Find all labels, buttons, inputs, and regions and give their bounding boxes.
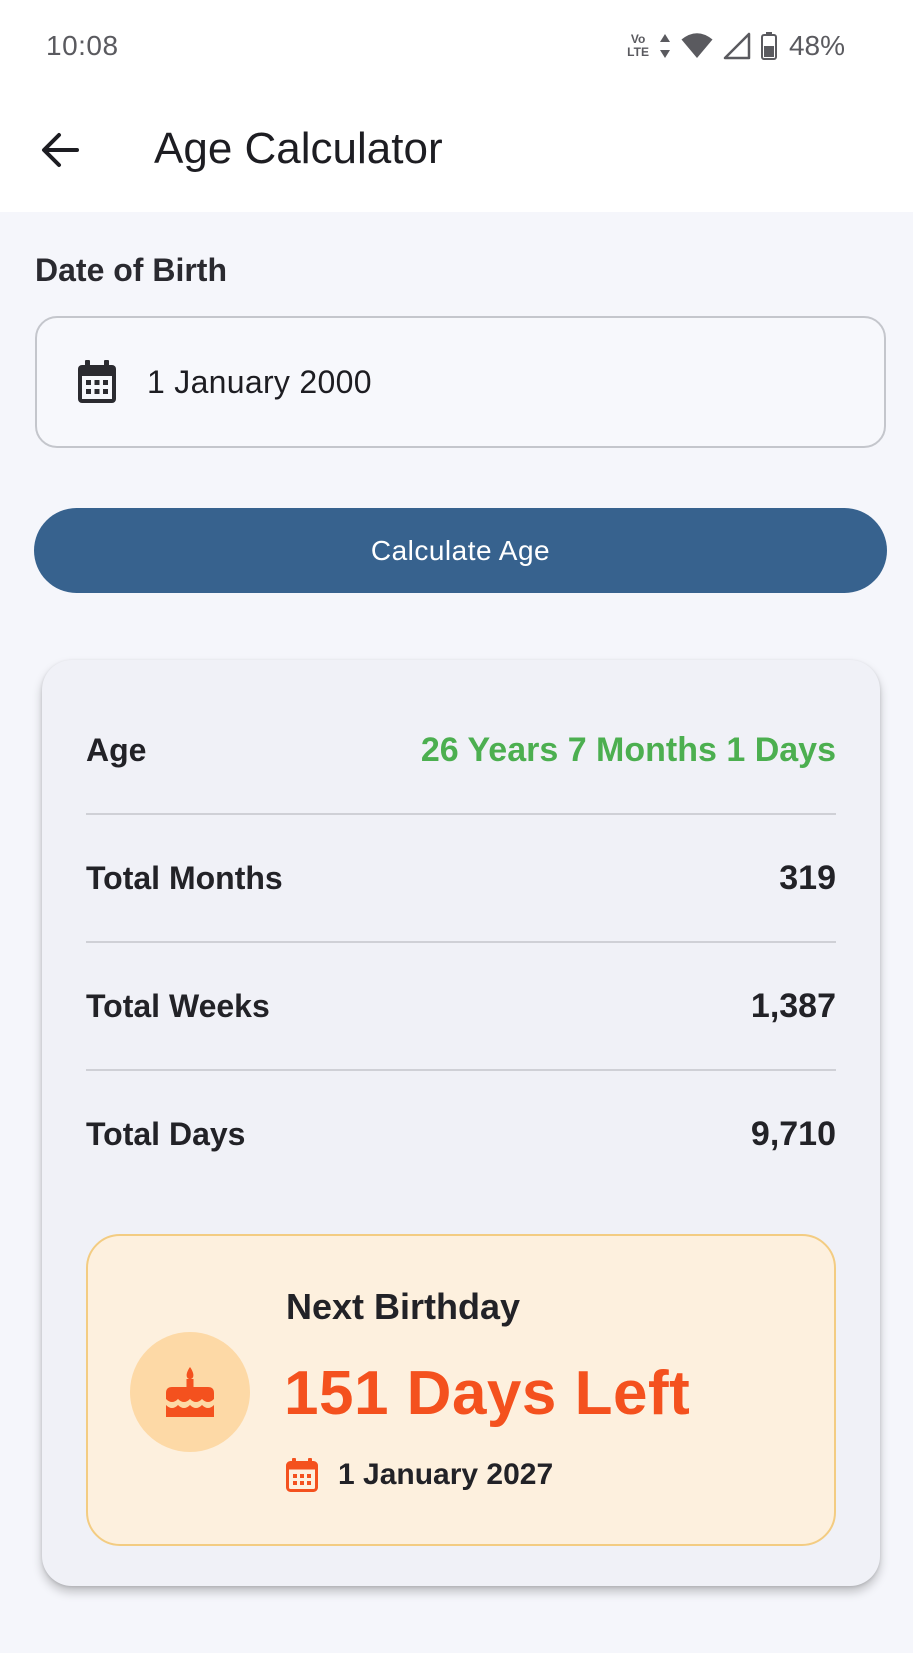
- days-left-value: 151 Days Left: [284, 1359, 691, 1428]
- dob-label: Date of Birth: [35, 252, 227, 288]
- signal-icon: [723, 32, 751, 60]
- next-birthday-panel: Next Birthday 151 Days Left 1 January 20…: [86, 1234, 836, 1546]
- next-birthday-date: 1 January 2027: [338, 1458, 554, 1491]
- volte-icon: Vo LTE: [627, 32, 649, 59]
- result-row-age: Age 26 Years 7 Months 1 Days: [86, 686, 836, 814]
- age-label: Age: [86, 731, 147, 768]
- total-days-value: 9,710: [750, 1114, 836, 1153]
- result-row-total-weeks: Total Weeks 1,387: [86, 942, 836, 1070]
- page-title: Age Calculator: [154, 124, 443, 173]
- wifi-icon: [681, 33, 713, 58]
- dob-date-field[interactable]: 1 January 2000: [35, 316, 886, 448]
- next-birthday-title: Next Birthday: [286, 1286, 521, 1327]
- status-icons: Vo LTE 48%: [627, 26, 845, 66]
- age-value: 26 Years 7 Months 1 Days: [420, 730, 836, 769]
- back-button[interactable]: [30, 120, 90, 180]
- data-arrows-icon: [659, 34, 670, 58]
- cake-icon: [166, 1367, 214, 1417]
- total-weeks-label: Total Weeks: [86, 987, 270, 1024]
- total-weeks-value: 1,387: [750, 986, 836, 1025]
- arrow-left-icon: [42, 133, 79, 167]
- calendar-icon: [78, 360, 116, 403]
- cake-avatar: [130, 1332, 250, 1452]
- battery-percentage: 48%: [788, 30, 845, 61]
- status-time: 10:08: [46, 30, 119, 61]
- result-row-total-days: Total Days 9,710: [86, 1070, 836, 1198]
- calculate-age-button[interactable]: Calculate Age: [34, 508, 887, 593]
- total-months-label: Total Months: [86, 859, 283, 896]
- calendar-icon: [286, 1458, 318, 1492]
- result-card: Age 26 Years 7 Months 1 Days Total Month…: [42, 660, 880, 1586]
- app-bar: Age Calculator: [0, 90, 913, 212]
- battery-icon: [760, 32, 777, 60]
- status-bar: 10:08 Vo LTE 48%: [0, 0, 913, 90]
- total-months-value: 319: [779, 858, 836, 897]
- age-calculator-screen: 10:08 Vo LTE 48% Age Calculator Date of …: [0, 0, 913, 1653]
- result-row-total-months: Total Months 319: [86, 814, 836, 942]
- total-days-label: Total Days: [86, 1115, 246, 1152]
- dob-value: 1 January 2000: [147, 363, 372, 400]
- next-birthday-date-row: 1 January 2027: [286, 1458, 553, 1492]
